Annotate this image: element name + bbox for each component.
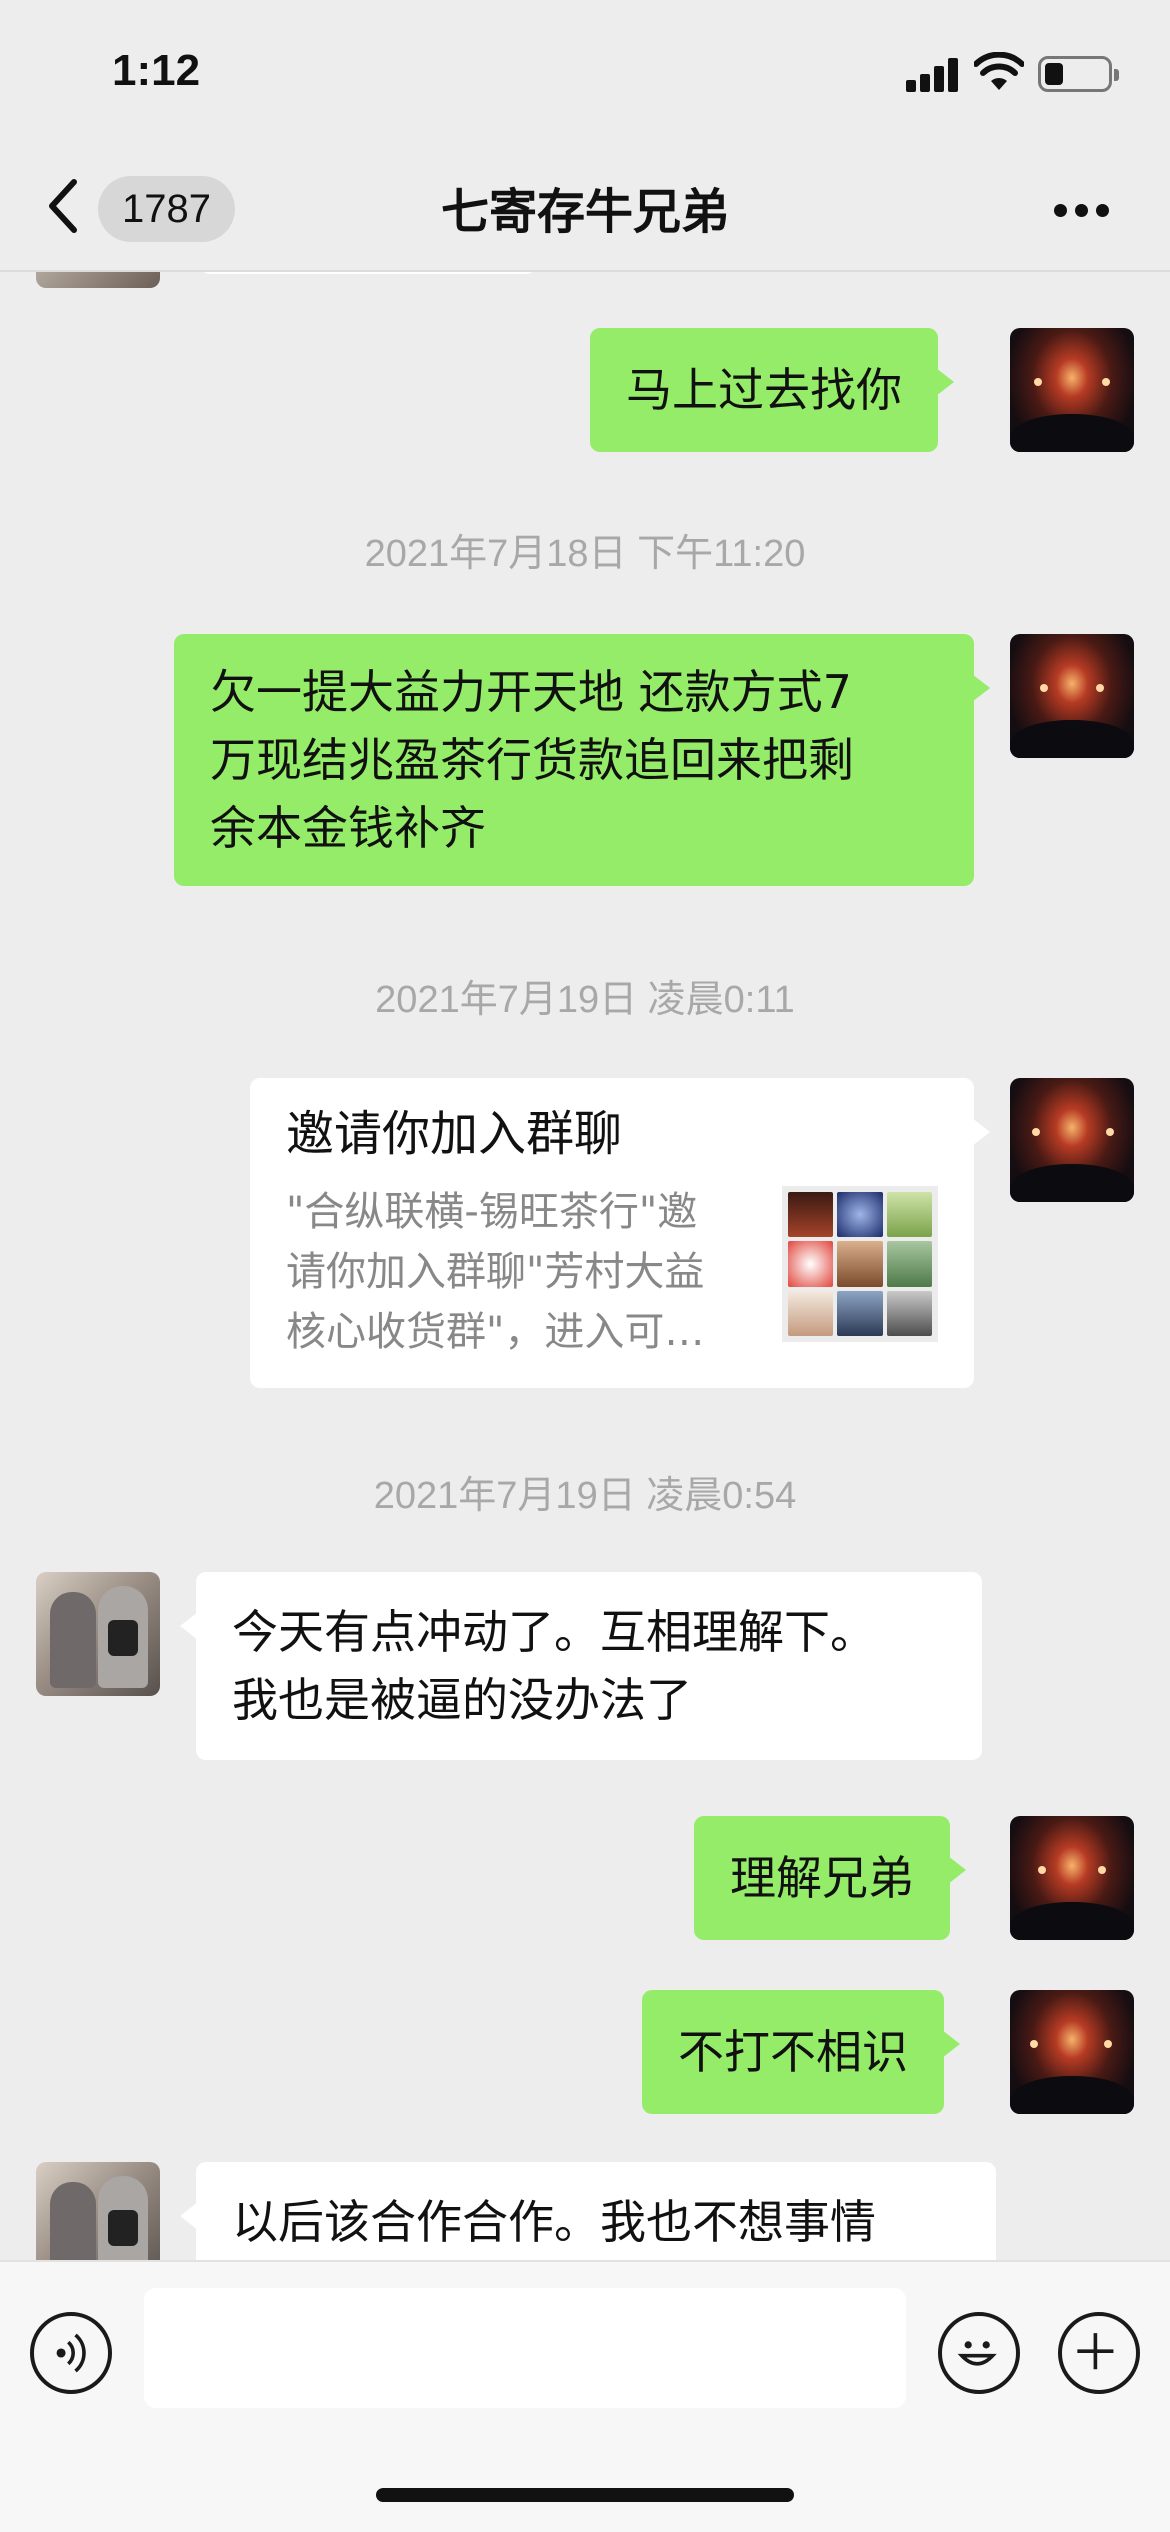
nav-bar: 1787 七寄存牛兄弟 <box>0 150 1170 272</box>
message-bubble-self[interactable]: 欠一提大益力开天地 还款方式7 万现结兆盈茶行货款追回来把剩 余本金钱补齐 <box>174 634 990 886</box>
message-bubble-other[interactable]: 以后该合作合作。我也不想事情 <box>180 2162 996 2260</box>
avatar-self[interactable] <box>1010 1816 1134 1940</box>
message-line: 欠一提大益力开天地 还款方式7 <box>210 665 852 719</box>
cellular-signal-icon <box>906 58 960 92</box>
more-dots-icon[interactable] <box>1054 204 1110 220</box>
message-bubble-other[interactable] <box>200 272 536 274</box>
avatar-self[interactable] <box>1010 1990 1134 2114</box>
avatar-self[interactable] <box>1010 1078 1134 1202</box>
invite-title: 邀请你加入群聊 <box>286 1106 623 1162</box>
unread-count-badge[interactable]: 1787 <box>98 176 235 242</box>
voice-icon[interactable] <box>30 2312 112 2394</box>
battery-icon <box>1038 56 1119 92</box>
plus-icon[interactable] <box>1058 2312 1140 2394</box>
timestamp: 2021年7月18日 下午11:20 <box>364 533 806 575</box>
message-input[interactable] <box>144 2288 906 2408</box>
message-text: 理解兄弟 <box>730 1851 914 1905</box>
status-time: 1:12 <box>112 46 201 95</box>
invite-desc-line: "合纵联横-锡旺茶行"邀 <box>286 1189 698 1235</box>
home-indicator[interactable] <box>376 2488 794 2502</box>
message-line: 余本金钱补齐 <box>210 801 486 855</box>
status-bar: 1:12 <box>0 0 1170 150</box>
invite-desc-line: 核心收货群"，进入可… <box>286 1309 705 1355</box>
timestamp: 2021年7月19日 凌晨0:11 <box>375 979 795 1021</box>
timestamp: 2021年7月19日 凌晨0:54 <box>373 1475 797 1517</box>
avatar-self[interactable] <box>1010 634 1134 758</box>
avatar-other[interactable] <box>36 1572 160 1696</box>
message-line: 今天有点冲动了。互相理解下。 <box>232 1605 876 1659</box>
chat-screen: 1:12 1787 七寄存牛兄弟 马上过去找你 2021年7月18日 下午11:… <box>0 0 1170 2532</box>
chat-title: 七寄存牛兄弟 <box>440 184 729 240</box>
message-text: 马上过去找你 <box>626 363 902 417</box>
avatar-self[interactable] <box>1010 328 1134 452</box>
back-chevron-icon[interactable] <box>40 176 86 236</box>
message-bubble-self[interactable]: 理解兄弟 <box>694 1816 966 1940</box>
message-list[interactable]: 马上过去找你 2021年7月18日 下午11:20 欠一提大益力开天地 还款方式… <box>0 272 1170 2260</box>
group-invite-card[interactable]: 邀请你加入群聊 "合纵联横-锡旺茶行"邀 请你加入群聊"芳村大益 核心收货群"，… <box>250 1078 990 1388</box>
emoji-icon[interactable] <box>938 2312 1020 2394</box>
message-text: 不打不相识 <box>678 2025 908 2079</box>
message-line: 万现结兆盈茶行货款追回来把剩 <box>210 733 854 787</box>
wifi-icon <box>974 52 1024 90</box>
message-bubble-self[interactable]: 马上过去找你 <box>590 328 954 452</box>
group-avatar-grid <box>782 1186 938 1342</box>
message-bubble-self[interactable]: 不打不相识 <box>642 1990 960 2114</box>
message-bubble-other[interactable]: 今天有点冲动了。互相理解下。 我也是被逼的没办法了 <box>180 1572 982 1760</box>
avatar-other[interactable] <box>36 272 160 288</box>
message-line: 我也是被逼的没办法了 <box>232 1673 692 1727</box>
message-line: 以后该合作合作。我也不想事情 <box>232 2195 876 2249</box>
invite-description: "合纵联横-锡旺茶行"邀 请你加入群聊"芳村大益 核心收货群"，进入可… <box>286 1182 756 1362</box>
invite-desc-line: 请你加入群聊"芳村大益 <box>286 1249 705 1295</box>
avatar-other[interactable] <box>36 2162 160 2260</box>
